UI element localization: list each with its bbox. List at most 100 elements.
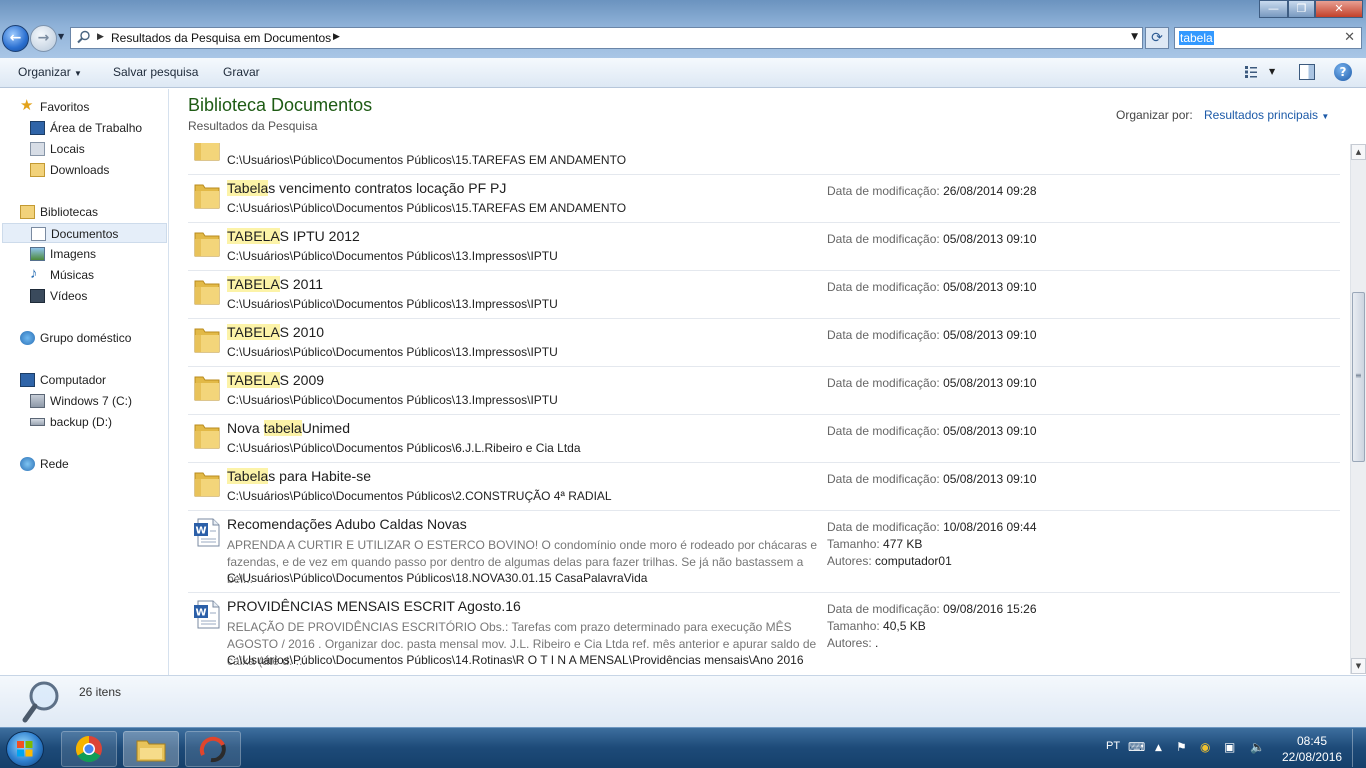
result-name[interactable]: Nova tabelaUnimed xyxy=(227,420,350,436)
result-name-match: Tabela xyxy=(227,180,269,196)
result-name[interactable]: TABELAS IPTU 2012 xyxy=(227,228,360,244)
result-name[interactable]: TABELAS 2009 xyxy=(227,372,324,388)
command-bar: Organizar ▼ Salvar pesquisa Gravar ▼ ? xyxy=(0,58,1366,88)
result-modified-value: 05/08/2013 09:10 xyxy=(943,424,1037,438)
result-name-suffix: S 2011 xyxy=(279,276,323,292)
folder-icon xyxy=(192,229,222,259)
network-tray-icon[interactable]: ▣ xyxy=(1224,740,1235,754)
show-desktop-button[interactable] xyxy=(1352,729,1364,767)
help-icon[interactable]: ? xyxy=(1334,63,1352,81)
result-modified: Data de modificação: 05/08/2013 09:10 xyxy=(827,472,1037,486)
result-path: C:\Usuários\Público\Documentos Públicos\… xyxy=(227,653,804,667)
language-indicator[interactable]: PT xyxy=(1106,740,1120,752)
nav-documents[interactable]: Documentos xyxy=(2,223,167,243)
search-query-text[interactable]: tabela xyxy=(1179,31,1214,45)
documents-icon xyxy=(31,227,46,241)
nav-downloads[interactable]: Downloads xyxy=(30,160,160,180)
start-button[interactable] xyxy=(6,731,44,767)
taskbar-explorer[interactable] xyxy=(123,731,179,767)
result-name-suffix: S 2010 xyxy=(279,324,325,340)
clock-time[interactable]: 08:45 xyxy=(1297,734,1327,748)
nav-music[interactable]: ♪ Músicas xyxy=(30,265,160,285)
result-row[interactable]: Tabelas para Habite-se C:\Usuários\Públic… xyxy=(188,463,1340,511)
result-name[interactable]: Recomendações Adubo Caldas Novas xyxy=(227,516,467,532)
nav-favorites[interactable]: ★ Favoritos xyxy=(20,97,160,117)
address-bar[interactable]: ▶ Resultados da Pesquisa em Documentos ▶… xyxy=(70,27,1143,49)
nav-videos[interactable]: Vídeos xyxy=(30,286,160,306)
clear-search-icon[interactable]: ✕ xyxy=(1344,30,1355,45)
volume-icon[interactable]: 🔈 xyxy=(1250,740,1265,754)
nav-libraries[interactable]: Bibliotecas xyxy=(20,202,160,222)
result-name[interactable]: TABELAS 2010 xyxy=(227,324,324,340)
arrange-by-dropdown[interactable]: Resultados principais ▼ xyxy=(1204,108,1329,122)
network-icon xyxy=(20,457,35,471)
forward-button[interactable]: → xyxy=(30,25,57,52)
result-row[interactable]: TABELAS IPTU 2012 C:\Usuários\Público\Doc… xyxy=(188,223,1340,271)
nav-images[interactable]: Imagens xyxy=(30,244,160,264)
action-center-flag-icon[interactable]: ⚑ xyxy=(1176,740,1187,754)
view-dropdown-icon[interactable]: ▼ xyxy=(1269,67,1275,76)
back-button[interactable]: ← xyxy=(2,25,29,52)
nav-network[interactable]: Rede xyxy=(20,454,160,474)
maximize-button[interactable]: ❐ xyxy=(1288,0,1315,18)
folder-icon xyxy=(192,181,222,211)
nav-drive-d[interactable]: backup (D:) xyxy=(30,412,160,432)
scroll-down-button[interactable]: ▼ xyxy=(1351,658,1366,674)
show-hidden-icons-icon[interactable]: ▲ xyxy=(1155,743,1162,753)
taskbar-chrome[interactable] xyxy=(61,731,117,767)
clock-date[interactable]: 22/08/2016 xyxy=(1282,750,1342,764)
result-row[interactable]: Tabelas vencimento contratos locação PF … xyxy=(188,175,1340,223)
result-modified-label: Data de modificação: xyxy=(827,520,940,534)
update-icon[interactable]: ◉ xyxy=(1200,740,1210,754)
minimize-button[interactable]: — xyxy=(1259,0,1288,18)
result-name[interactable]: Tabelas para Habite-se xyxy=(227,468,371,484)
nav-computer[interactable]: Computador xyxy=(20,370,160,390)
breadcrumb-search-results[interactable]: Resultados da Pesquisa em Documentos xyxy=(111,31,331,45)
result-name[interactable]: TABELAS 2011 xyxy=(227,276,323,292)
result-modified-value: 05/08/2013 09:10 xyxy=(943,472,1037,486)
view-options-icon[interactable] xyxy=(1244,65,1258,79)
videos-icon xyxy=(30,289,45,303)
result-row[interactable]: C:\Usuários\Público\Documentos Públicos\… xyxy=(188,143,1340,175)
burn-button[interactable]: Gravar xyxy=(223,65,260,79)
result-row[interactable]: TABELAS 2011 C:\Usuários\Público\Document… xyxy=(188,271,1340,319)
nav-desktop[interactable]: Área de Trabalho xyxy=(30,118,160,138)
result-row[interactable]: Nova tabelaUnimed C:\Usuários\Público\Doc… xyxy=(188,415,1340,463)
result-name[interactable]: PROVIDÊNCIAS MENSAIS ESCRIT Agosto.16 xyxy=(227,598,521,614)
result-row[interactable]: W PROVIDÊNCIAS MENSAIS ESCRIT Agosto.16 RE… xyxy=(188,593,1340,674)
save-search-button[interactable]: Salvar pesquisa xyxy=(113,65,198,79)
result-authors-value: computador01 xyxy=(875,554,952,568)
nav-places[interactable]: Locais xyxy=(30,139,160,159)
breadcrumb-arrow-icon[interactable]: ▶ xyxy=(333,32,340,42)
preview-pane-icon[interactable] xyxy=(1299,64,1315,80)
scroll-thumb[interactable]: ≡ xyxy=(1352,292,1365,462)
taskbar-app[interactable] xyxy=(185,731,241,767)
places-icon xyxy=(30,142,45,156)
scroll-up-button[interactable]: ▲ xyxy=(1351,144,1366,160)
nav-homegroup[interactable]: Grupo doméstico xyxy=(20,328,160,348)
nav-drive-c[interactable]: Windows 7 (C:) xyxy=(30,391,160,411)
result-name-prefix: Recomendações Adubo Caldas Novas xyxy=(227,516,467,532)
result-modified-value: 05/08/2013 09:10 xyxy=(943,280,1037,294)
close-button[interactable]: ✕ xyxy=(1315,0,1363,18)
result-name-match: TABELA xyxy=(227,372,280,388)
address-dropdown-icon[interactable]: ▼ xyxy=(1131,32,1138,42)
organize-button[interactable]: Organizar ▼ xyxy=(18,65,82,79)
folder-icon xyxy=(192,421,222,451)
result-row[interactable]: W Recomendações Adubo Caldas Novas APRENDA… xyxy=(188,511,1340,593)
result-row[interactable]: TABELAS 2009 C:\Usuários\Público\Document… xyxy=(188,367,1340,415)
vertical-scrollbar[interactable]: ▲ ≡ ▼ xyxy=(1350,144,1366,674)
breadcrumb-separator-icon[interactable]: ▶ xyxy=(97,32,104,42)
keyboard-icon[interactable]: ⌨ xyxy=(1128,740,1145,754)
history-dropdown-icon[interactable]: ▼ xyxy=(58,32,64,41)
refresh-button[interactable]: ⟳ xyxy=(1145,27,1169,49)
search-input[interactable]: tabela ✕ xyxy=(1174,27,1362,49)
result-name-prefix: Nova xyxy=(227,420,264,436)
result-row[interactable]: TABELAS 2010 C:\Usuários\Público\Document… xyxy=(188,319,1340,367)
result-path: C:\Usuários\Público\Documentos Públicos\… xyxy=(227,201,627,215)
result-path: C:\Usuários\Público\Documentos Públicos\… xyxy=(227,297,558,311)
result-size-label: Tamanho: xyxy=(827,619,880,633)
result-name[interactable]: Tabelas vencimento contratos locação PF … xyxy=(227,180,506,196)
result-modified-value: 05/08/2013 09:10 xyxy=(943,328,1037,342)
windows-logo-icon xyxy=(17,741,33,757)
